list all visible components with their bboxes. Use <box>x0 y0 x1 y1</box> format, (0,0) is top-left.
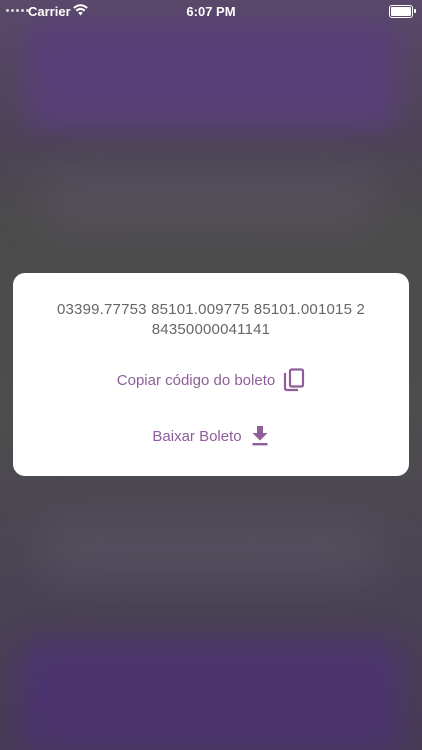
download-icon <box>250 425 270 447</box>
background-header <box>25 20 397 130</box>
boleto-modal: 03399.77753 85101.009775 85101.001015 2 … <box>13 273 409 476</box>
download-boleto-label: Baixar Boleto <box>152 427 242 445</box>
boleto-code: 03399.77753 85101.009775 85101.001015 2 … <box>13 300 409 340</box>
copy-code-label: Copiar código do boleto <box>116 371 276 389</box>
background-footer <box>20 640 402 750</box>
background-content <box>40 170 380 230</box>
status-bar: Carrier 6:07 PM <box>0 0 422 22</box>
copy-icon <box>283 368 305 392</box>
boleto-code-line-1: 03399.77753 85101.009775 85101.001015 2 <box>56 301 366 318</box>
copy-code-button[interactable]: Copiar código do boleto <box>13 368 409 392</box>
battery-icon <box>389 5 416 18</box>
background-content <box>40 520 380 580</box>
boleto-code-line-2: 84350000041141 <box>151 321 271 338</box>
status-time: 6:07 PM <box>186 4 236 19</box>
download-boleto-button[interactable]: Baixar Boleto <box>13 425 409 447</box>
